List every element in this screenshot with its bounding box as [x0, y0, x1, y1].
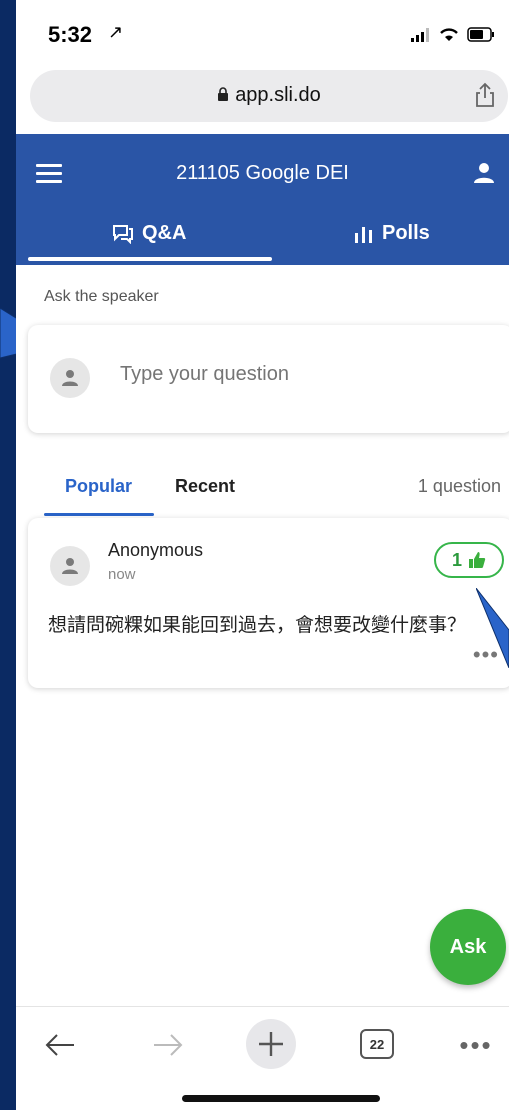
question-count: 1 question: [417, 476, 501, 496]
main-tabs: Q&A Polls: [16, 214, 509, 265]
status-time: 5:32: [48, 22, 93, 47]
thumbs-up-icon: [469, 552, 486, 568]
app-header: 211105 Google DEI Q&A Polls: [16, 134, 509, 265]
tab-qa[interactable]: Q&A: [112, 222, 186, 245]
share-icon[interactable]: [474, 82, 496, 108]
question-card: Anonymous now 1 想請問碗粿如果能回到過去，會想要改變什麼事？ •…: [28, 518, 509, 688]
menu-icon[interactable]: [36, 164, 62, 184]
status-bar: 5:32 ↗: [16, 0, 509, 64]
person-icon: [62, 558, 78, 574]
url-display: app.sli.do: [30, 84, 508, 107]
user-icon[interactable]: [471, 160, 497, 186]
tab-polls-label: Polls: [382, 222, 430, 244]
like-button[interactable]: 1: [434, 542, 504, 578]
ask-question-card[interactable]: [28, 325, 509, 433]
avatar: [50, 358, 90, 398]
question-list-tabs: Popular Recent 1 question: [16, 470, 509, 518]
arrow-right-icon: [154, 1034, 183, 1056]
question-input[interactable]: [120, 363, 480, 386]
tab-recent[interactable]: Recent: [175, 476, 235, 497]
location-icon: ↗: [108, 22, 124, 42]
back-button[interactable]: [40, 1025, 80, 1065]
chat-bubble-icon: [113, 224, 133, 244]
tab-qa-label: Q&A: [142, 222, 187, 244]
question-text: 想請問碗粿如果能回到過去，會想要改變什麼事？: [48, 615, 467, 636]
question-time: now: [108, 566, 136, 583]
arrow-left-icon: [45, 1034, 74, 1056]
tab-popular[interactable]: Popular: [65, 476, 132, 497]
bar-chart-icon: [355, 226, 372, 243]
tab-polls[interactable]: Polls: [354, 222, 430, 245]
ask-speaker-label: Ask the speaker: [44, 288, 159, 305]
question-author: Anonymous: [108, 540, 204, 560]
browser-url-bar[interactable]: app.sli.do: [30, 70, 508, 122]
like-count: 1: [451, 549, 462, 570]
active-tab-indicator: [28, 257, 272, 261]
home-indicator: [182, 1095, 380, 1102]
avatar: [50, 546, 90, 586]
ask-fab-button[interactable]: Ask: [430, 909, 506, 985]
cellular-signal-icon: [411, 28, 429, 42]
lock-icon: [218, 87, 229, 101]
new-tab-button[interactable]: [246, 1019, 296, 1069]
battery-icon: [467, 27, 494, 42]
phone-screen: 5:32 ↗ app.sli.do 211105 Google DEI Q&A …: [16, 0, 509, 1110]
plus-icon: [259, 1032, 283, 1056]
annotation-arrow-right: [476, 588, 509, 668]
wifi-icon: [440, 28, 458, 41]
tabs-count-button[interactable]: 22: [360, 1029, 394, 1059]
event-title: 211105 Google DEI: [176, 162, 349, 184]
url-text: app.sli.do: [235, 84, 321, 106]
forward-button[interactable]: [148, 1025, 188, 1065]
browser-toolbar: 22 •••: [16, 1006, 509, 1110]
popular-tab-indicator: [44, 513, 154, 516]
status-icons: [411, 26, 495, 42]
browser-menu-icon[interactable]: •••: [454, 1025, 498, 1065]
person-icon: [62, 370, 78, 386]
